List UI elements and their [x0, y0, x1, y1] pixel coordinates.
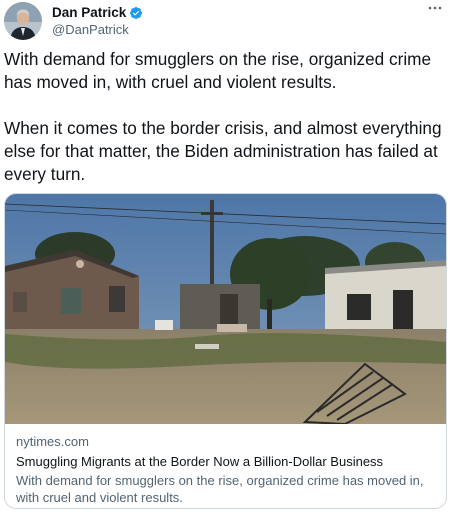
tweet-text: With demand for smugglers on the rise, o…: [4, 48, 446, 186]
author-names: Dan Patrick @DanPatrick: [52, 4, 143, 37]
link-card-description: With demand for smugglers on the rise, o…: [16, 473, 424, 505]
author-display-name[interactable]: Dan Patrick: [52, 5, 126, 20]
link-card-body: nytimes.com Smuggling Migrants at the Bo…: [16, 433, 441, 506]
link-card-title[interactable]: Smuggling Migrants at the Border Now a B…: [16, 453, 441, 471]
tweet-paragraph: When it comes to the border crisis, and …: [4, 118, 442, 184]
link-card-domain: nytimes.com: [16, 434, 89, 449]
avatar-icon: [4, 2, 42, 40]
tweet-header: Dan Patrick @DanPatrick: [4, 2, 446, 42]
more-options-icon[interactable]: [426, 1, 444, 15]
author-handle[interactable]: @DanPatrick: [52, 22, 143, 37]
link-preview-card[interactable]: nytimes.com Smuggling Migrants at the Bo…: [4, 193, 447, 509]
article-photo-image: [5, 194, 446, 424]
tweet-paragraph: With demand for smugglers on the rise, o…: [4, 49, 432, 92]
verified-badge-icon: [129, 6, 143, 20]
display-name-row: Dan Patrick: [52, 4, 143, 21]
avatar[interactable]: [4, 2, 42, 40]
